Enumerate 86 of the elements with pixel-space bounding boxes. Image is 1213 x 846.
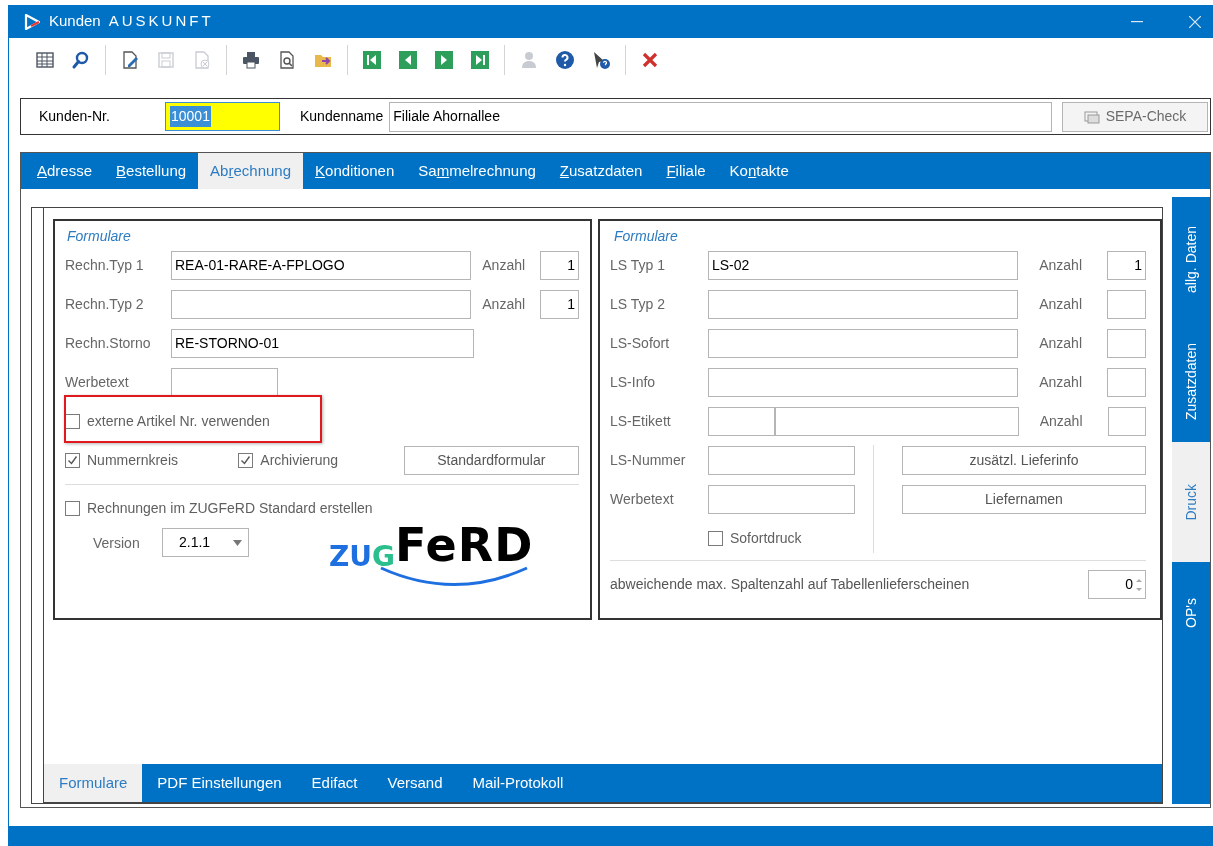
input-field[interactable] — [708, 485, 855, 514]
close-icon[interactable] — [1189, 15, 1201, 28]
field-label: Anzahl — [1039, 256, 1083, 275]
checkbox[interactable] — [65, 501, 80, 516]
side-tab[interactable]: Zusatzdaten — [1172, 322, 1210, 442]
field-label: LS-Etikett — [610, 412, 672, 431]
sepa-check-button[interactable]: SEPA-Check — [1062, 101, 1208, 132]
field-label: LS Typ 1 — [610, 256, 666, 275]
tab[interactable]: Versand — [372, 764, 458, 802]
input-field[interactable] — [708, 329, 1019, 358]
input-field[interactable]: 1 — [1107, 251, 1146, 280]
side-tab[interactable]: OP's — [1172, 562, 1210, 804]
field-label: Rechn.Storno — [65, 334, 152, 353]
customer-name-field[interactable]: Filiale Ahornallee — [389, 101, 1052, 132]
tab[interactable]: Abrechnung — [198, 153, 304, 189]
field-label: Kunden-Nr. — [39, 107, 111, 126]
field-label: abweichende max. Spaltenzahl auf Tabellenlieferscheinen — [610, 575, 971, 594]
action-button[interactable]: Liefernamen — [902, 485, 1146, 514]
tab[interactable]: Formulare — [44, 764, 143, 802]
field-label: LS-Info — [610, 373, 657, 392]
field-label: Anzahl — [1039, 412, 1084, 431]
field-label: LS-Sofort — [610, 334, 671, 353]
tab[interactable]: Edifact — [296, 764, 373, 802]
side-tab[interactable]: allg. Daten — [1172, 197, 1210, 322]
checkbox-label[interactable]: Sofortdruck — [730, 528, 802, 549]
field-label: LS-Nummer — [610, 451, 687, 470]
spinner-field[interactable]: 0 — [1088, 570, 1146, 599]
input-field[interactable] — [1107, 290, 1146, 319]
app-logo-icon — [24, 13, 40, 30]
field-label: Version — [93, 534, 141, 553]
minimize-icon[interactable] — [1131, 20, 1143, 23]
tab[interactable]: PDF Einstellungen — [142, 764, 297, 802]
tab[interactable]: Konditionen — [303, 153, 407, 189]
tab[interactable]: Kontakte — [717, 153, 801, 189]
tab[interactable]: Adresse — [25, 153, 105, 189]
zugferd-logo: ZUG FeRD — [329, 518, 534, 588]
input-field[interactable] — [171, 368, 278, 397]
input-field[interactable] — [708, 407, 775, 436]
spinner-arrows-icon — [1136, 576, 1142, 593]
side-tab[interactable]: Druck — [1172, 442, 1210, 562]
checkbox[interactable] — [708, 531, 723, 546]
action-button[interactable]: zusätzl. Lieferinfo — [902, 446, 1146, 475]
field-label: Kundenname — [300, 107, 384, 126]
checkbox-label[interactable]: Nummernkreis — [87, 450, 178, 471]
tab[interactable]: Mail-Protokoll — [457, 764, 579, 802]
field-label: Anzahl — [482, 295, 527, 314]
input-field[interactable] — [1107, 368, 1146, 397]
group-title: Formulare — [613, 227, 679, 246]
input-field[interactable] — [171, 290, 472, 319]
input-field[interactable]: 1 — [540, 251, 579, 280]
cards-icon — [1083, 109, 1100, 124]
input-field[interactable] — [708, 290, 1019, 319]
input-field[interactable]: LS-02 — [708, 251, 1019, 280]
customer-number-field[interactable]: 10001 — [165, 102, 280, 131]
tab[interactable]: Zusatzdaten — [547, 153, 655, 189]
input-field[interactable] — [1107, 407, 1146, 436]
tab[interactable]: Bestellung — [104, 153, 199, 189]
tab[interactable]: Sammelrechnung — [406, 153, 548, 189]
window-subtitle: AUSKUNFT — [108, 11, 214, 32]
field-label: Rechn.Typ 2 — [65, 295, 145, 314]
group-title: Formulare — [66, 227, 132, 246]
input-field[interactable] — [708, 368, 1019, 397]
tab[interactable]: Filiale — [654, 153, 718, 189]
input-field[interactable] — [1107, 329, 1146, 358]
caret-icon — [233, 539, 242, 546]
field-label: Werbetext — [65, 373, 130, 392]
field-label: Rechn.Typ 1 — [65, 256, 145, 275]
standard-form-button[interactable]: Standardformular — [403, 446, 579, 475]
input-field[interactable]: 1 — [540, 290, 579, 319]
checkbox-label[interactable]: externe Artikel Nr. verwenden — [87, 411, 270, 432]
input-field[interactable]: RE-STORNO-01 — [171, 329, 474, 358]
field-label: Anzahl — [482, 256, 527, 275]
input-field[interactable]: REA-01-RARE-A-FPLOGO — [171, 251, 472, 280]
field-label: Anzahl — [1039, 334, 1083, 353]
checkbox[interactable] — [65, 453, 80, 468]
checkbox[interactable] — [238, 453, 254, 468]
checkbox-label[interactable]: Archivierung — [260, 450, 339, 471]
field-label: LS Typ 2 — [610, 295, 666, 314]
checkbox-label[interactable]: Rechnungen im ZUGFeRD Standard erstellen — [87, 498, 373, 519]
input-field[interactable] — [774, 407, 1019, 436]
version-dropdown[interactable]: 2.1.1 — [162, 528, 249, 557]
window-title: Kunden — [49, 11, 101, 32]
field-label: Werbetext — [610, 490, 675, 509]
field-label: Anzahl — [1039, 373, 1083, 392]
input-field[interactable] — [708, 446, 855, 475]
field-label: Anzahl — [1039, 295, 1083, 314]
